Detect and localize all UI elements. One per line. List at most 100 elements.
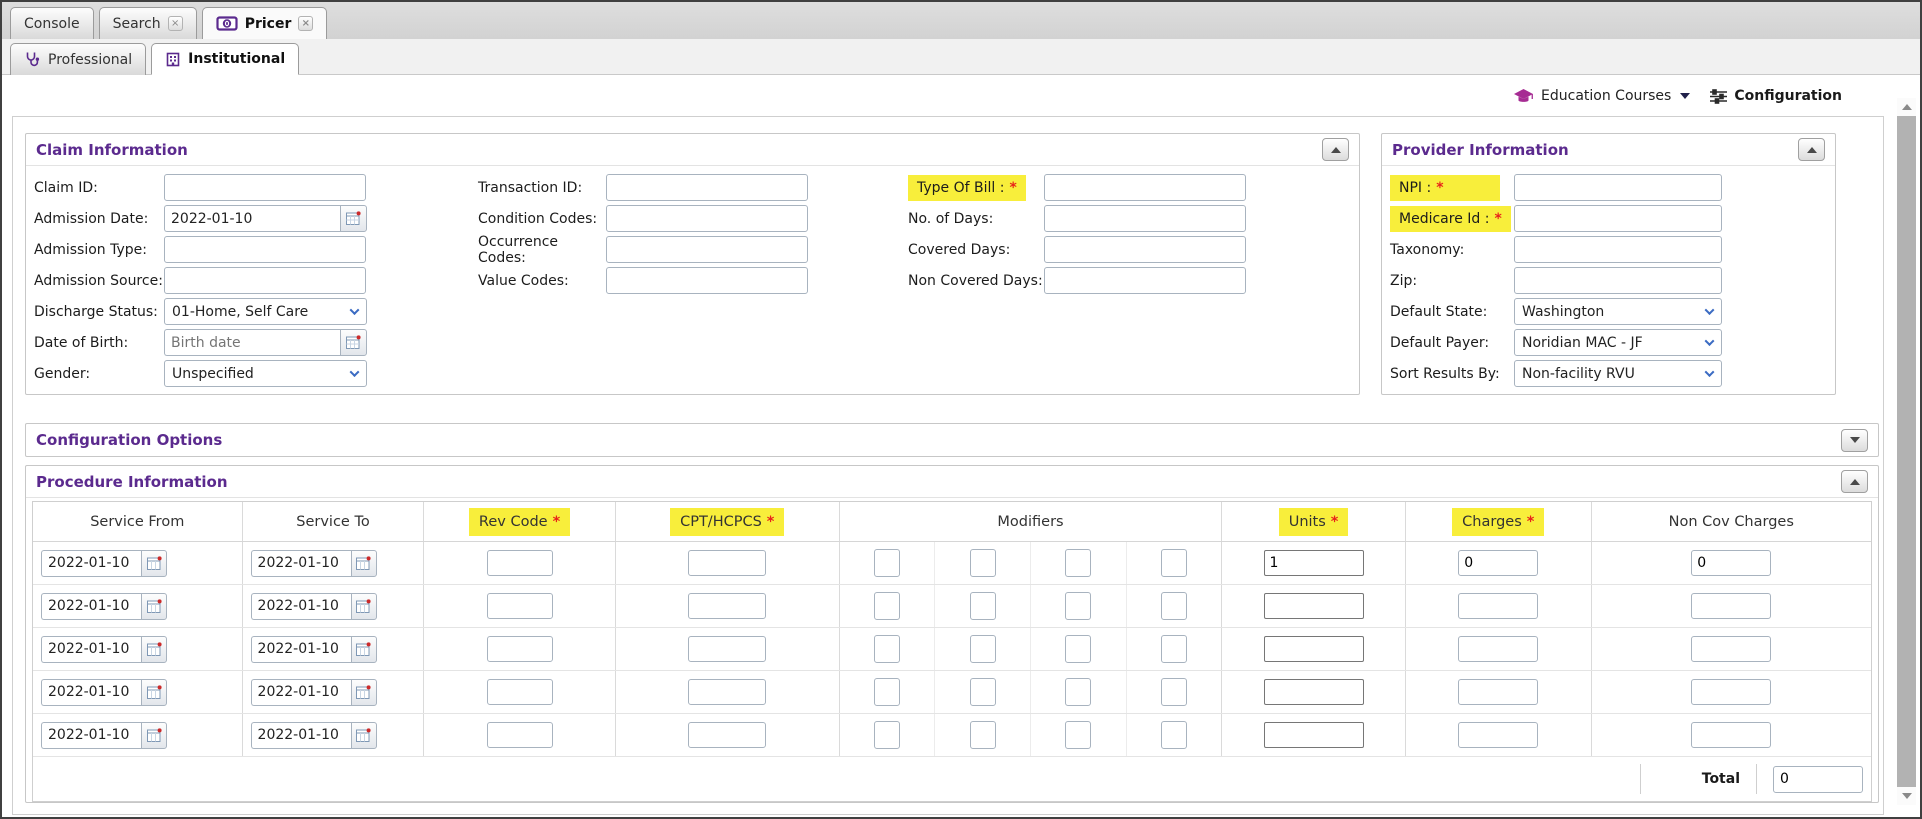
cpt-hcpcs-input[interactable] <box>688 593 766 619</box>
service-to-input[interactable] <box>251 636 351 663</box>
modifier-input[interactable] <box>970 549 996 577</box>
cpt-hcpcs-input[interactable] <box>688 550 766 576</box>
rev-code-input[interactable] <box>487 593 553 619</box>
modifier-input[interactable] <box>970 678 996 706</box>
cpt-hcpcs-input[interactable] <box>688 722 766 748</box>
education-courses-menu[interactable]: Education Courses <box>1513 88 1690 105</box>
admission-source-input[interactable] <box>164 267 366 294</box>
npi-input[interactable] <box>1514 174 1722 201</box>
calendar-button[interactable] <box>351 679 377 706</box>
charges-input[interactable] <box>1458 636 1538 662</box>
transaction-id-input[interactable] <box>606 174 808 201</box>
modifier-input[interactable] <box>874 721 900 749</box>
default-payer-select[interactable]: Noridian MAC - JF <box>1514 329 1722 356</box>
calendar-button[interactable] <box>141 593 167 620</box>
service-from-input[interactable] <box>41 593 141 620</box>
tab-console[interactable]: Console <box>10 7 94 39</box>
gender-select[interactable]: Unspecified <box>164 360 367 387</box>
tab-search[interactable]: Search <box>99 7 197 39</box>
modifier-input[interactable] <box>970 635 996 663</box>
service-to-input[interactable] <box>251 550 351 577</box>
default-state-select[interactable]: Washington <box>1514 298 1722 325</box>
modifier-input[interactable] <box>874 549 900 577</box>
condition-codes-input[interactable] <box>606 205 808 232</box>
date-of-birth-input[interactable] <box>164 329 340 356</box>
occurrence-codes-input[interactable] <box>606 236 808 263</box>
units-input[interactable] <box>1264 593 1364 619</box>
discharge-status-select[interactable]: 01-Home, Self Care <box>164 298 367 325</box>
expand-button[interactable] <box>1841 429 1868 452</box>
calendar-button[interactable] <box>141 550 167 577</box>
claim-id-input[interactable] <box>164 174 366 201</box>
modifier-input[interactable] <box>970 592 996 620</box>
units-input[interactable] <box>1264 550 1364 576</box>
configuration-button[interactable]: Configuration <box>1710 88 1842 104</box>
charges-input[interactable] <box>1458 593 1538 619</box>
modifier-input[interactable] <box>874 678 900 706</box>
total-input[interactable] <box>1773 766 1863 793</box>
calendar-button[interactable] <box>141 722 167 749</box>
tab-professional[interactable]: Professional <box>10 43 146 75</box>
sort-results-select[interactable]: Non-facility RVU <box>1514 360 1722 387</box>
vertical-scrollbar[interactable] <box>1897 98 1916 805</box>
calendar-button[interactable] <box>351 593 377 620</box>
collapse-button[interactable] <box>1798 138 1825 161</box>
calendar-button[interactable] <box>340 205 367 232</box>
non-cov-charges-input[interactable] <box>1691 679 1771 705</box>
modifier-input[interactable] <box>874 592 900 620</box>
modifier-input[interactable] <box>1161 592 1187 620</box>
tab-pricer[interactable]: Pricer <box>202 7 328 39</box>
close-icon[interactable] <box>168 16 183 31</box>
calendar-button[interactable] <box>141 636 167 663</box>
modifier-input[interactable] <box>1161 635 1187 663</box>
units-input[interactable] <box>1264 679 1364 705</box>
non-cov-charges-input[interactable] <box>1691 593 1771 619</box>
calendar-button[interactable] <box>351 550 377 577</box>
calendar-button[interactable] <box>141 679 167 706</box>
scroll-up-button[interactable] <box>1897 98 1916 116</box>
service-to-input[interactable] <box>251 593 351 620</box>
modifier-input[interactable] <box>1161 721 1187 749</box>
tab-institutional[interactable]: Institutional <box>151 43 299 75</box>
modifier-input[interactable] <box>970 721 996 749</box>
service-to-input[interactable] <box>251 679 351 706</box>
rev-code-input[interactable] <box>487 636 553 662</box>
collapse-button[interactable] <box>1841 470 1868 493</box>
modifier-input[interactable] <box>1161 678 1187 706</box>
modifier-input[interactable] <box>1065 721 1091 749</box>
taxonomy-input[interactable] <box>1514 236 1722 263</box>
admission-date-input[interactable] <box>164 205 340 232</box>
service-from-input[interactable] <box>41 679 141 706</box>
calendar-button[interactable] <box>340 329 367 356</box>
modifier-input[interactable] <box>874 635 900 663</box>
modifier-input[interactable] <box>1065 678 1091 706</box>
zip-input[interactable] <box>1514 267 1722 294</box>
rev-code-input[interactable] <box>487 679 553 705</box>
calendar-button[interactable] <box>351 636 377 663</box>
scrollbar-thumb[interactable] <box>1897 116 1916 787</box>
modifier-input[interactable] <box>1065 635 1091 663</box>
non-cov-charges-input[interactable] <box>1691 550 1771 576</box>
non-cov-charges-input[interactable] <box>1691 636 1771 662</box>
rev-code-input[interactable] <box>487 722 553 748</box>
collapse-button[interactable] <box>1322 138 1349 161</box>
charges-input[interactable] <box>1458 550 1538 576</box>
value-codes-input[interactable] <box>606 267 808 294</box>
units-input[interactable] <box>1264 722 1364 748</box>
units-input[interactable] <box>1264 636 1364 662</box>
service-from-input[interactable] <box>41 722 141 749</box>
modifier-input[interactable] <box>1065 549 1091 577</box>
service-from-input[interactable] <box>41 636 141 663</box>
rev-code-input[interactable] <box>487 550 553 576</box>
modifier-input[interactable] <box>1161 549 1187 577</box>
non-cov-charges-input[interactable] <box>1691 722 1771 748</box>
modifier-input[interactable] <box>1065 592 1091 620</box>
service-to-input[interactable] <box>251 722 351 749</box>
charges-input[interactable] <box>1458 679 1538 705</box>
medicare-id-input[interactable] <box>1514 205 1722 232</box>
charges-input[interactable] <box>1458 722 1538 748</box>
no-of-days-input[interactable] <box>1044 205 1246 232</box>
admission-type-input[interactable] <box>164 236 366 263</box>
cpt-hcpcs-input[interactable] <box>688 679 766 705</box>
covered-days-input[interactable] <box>1044 236 1246 263</box>
